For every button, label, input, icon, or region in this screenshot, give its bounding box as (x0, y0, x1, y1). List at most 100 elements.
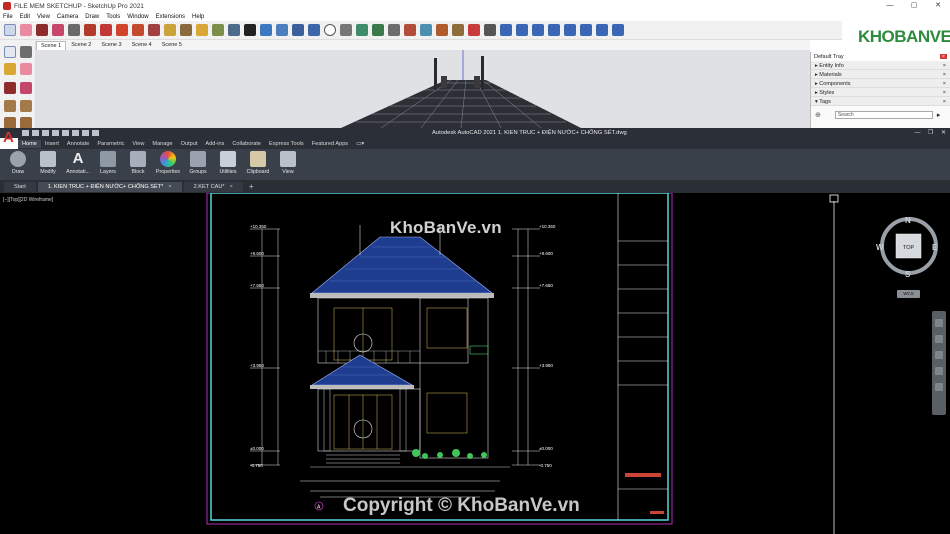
section-plane-icon[interactable] (260, 24, 272, 36)
zoom-icon[interactable] (935, 351, 943, 359)
panel-modify[interactable]: Modify (33, 149, 63, 178)
scene-tab-1[interactable]: Scene 1 (36, 41, 67, 50)
move-tool-icon[interactable] (100, 24, 112, 36)
tab-express-tools[interactable]: Express Tools (265, 140, 308, 148)
panel-draw[interactable]: Draw (3, 149, 33, 178)
rotate-tool-icon[interactable] (116, 24, 128, 36)
scene-tab-5[interactable]: Scene 5 (157, 40, 187, 50)
eraser-tool-icon[interactable] (20, 24, 32, 36)
close-tab-icon[interactable]: × (230, 184, 233, 190)
pushpull-tool-icon[interactable] (84, 24, 96, 36)
ellipse-tool-icon[interactable] (596, 24, 608, 36)
panel-annotation[interactable]: A Annotati... (63, 149, 93, 178)
doc-tab-ket-cau[interactable]: 2.KET CAU* × (183, 181, 243, 192)
tab-manage[interactable]: Manage (148, 140, 176, 148)
paint-icon[interactable] (4, 63, 16, 75)
user-icon[interactable] (324, 24, 336, 36)
bezier-tool-icon[interactable] (532, 24, 544, 36)
tab-insert[interactable]: Insert (41, 140, 63, 148)
print-icon[interactable] (72, 130, 79, 136)
offset-tool-icon[interactable] (148, 24, 160, 36)
scene-tab-3[interactable]: Scene 3 (96, 40, 126, 50)
wcs-menu[interactable]: WCS (897, 290, 920, 298)
zoom-tool-icon[interactable] (228, 24, 240, 36)
spline-tool-icon[interactable] (548, 24, 560, 36)
panel-groups[interactable]: Groups (183, 149, 213, 178)
close-tab-icon[interactable]: × (168, 184, 171, 190)
doc-tab-kien-truc[interactable]: 1. KIEN TRUC + ĐIỆN NƯỚC+ CHỐNG SÉT* × (37, 181, 182, 192)
minimize-button[interactable]: — (878, 0, 902, 12)
draw-line-icon[interactable] (4, 82, 16, 94)
undo-icon[interactable] (82, 130, 89, 136)
tray-details-icon[interactable]: ▸ (937, 111, 941, 119)
tab-home[interactable]: Home (18, 139, 41, 148)
tab-annotate[interactable]: Annotate (63, 140, 93, 148)
sandbox-icon[interactable] (452, 24, 464, 36)
zoom-extents-icon[interactable] (244, 24, 256, 36)
showmotion-icon[interactable] (935, 383, 943, 391)
panel-properties[interactable]: Properties (153, 149, 183, 178)
scene-tab-4[interactable]: Scene 4 (127, 40, 157, 50)
menu-view[interactable]: View (37, 14, 50, 20)
panel-view[interactable]: View (273, 149, 303, 178)
save-as-icon[interactable] (52, 130, 59, 136)
close-button[interactable]: ✕ (926, 0, 950, 12)
polygon-tool-icon[interactable] (580, 24, 592, 36)
orbit-tool-icon[interactable] (196, 24, 208, 36)
select-tool-icon[interactable] (4, 24, 16, 36)
tape-measure-icon[interactable] (164, 24, 176, 36)
tab-view[interactable]: View (128, 140, 148, 148)
plot-icon[interactable] (62, 130, 69, 136)
new-file-icon[interactable] (22, 130, 29, 136)
ribbon-options-icon[interactable]: ▭▾ (352, 140, 368, 148)
menu-window[interactable]: Window (127, 14, 148, 20)
menu-camera[interactable]: Camera (57, 14, 78, 20)
panel-utilities[interactable]: Utilities (213, 149, 243, 178)
tab-output[interactable]: Output (177, 140, 202, 148)
rotated-rectangle-icon[interactable] (20, 100, 32, 112)
zigzag-tool-icon[interactable] (516, 24, 528, 36)
steering-wheel-icon[interactable] (935, 319, 943, 327)
menu-draw[interactable]: Draw (85, 14, 99, 20)
make-component-icon[interactable] (20, 46, 32, 58)
navigation-bar[interactable] (932, 311, 946, 415)
orbit-icon[interactable] (935, 367, 943, 375)
autocad-logo[interactable]: A (3, 129, 17, 147)
autocad-restore-button[interactable]: ❐ (924, 128, 937, 138)
autocad-minimize-button[interactable]: — (911, 128, 924, 138)
scene-tab-2[interactable]: Scene 2 (66, 40, 96, 50)
save-icon[interactable] (42, 130, 49, 136)
section-display-icon[interactable] (276, 24, 288, 36)
doc-tab-start[interactable]: Start (4, 181, 36, 192)
extension-icon[interactable] (436, 24, 448, 36)
layers-stack-icon[interactable] (292, 24, 304, 36)
tab-featured-apps[interactable]: Featured Apps (308, 140, 352, 148)
pan-icon[interactable] (935, 335, 943, 343)
warehouse-icon[interactable] (420, 24, 432, 36)
add-tag-icon[interactable]: ⊕ (815, 111, 821, 119)
paint-bucket-icon[interactable] (180, 24, 192, 36)
menu-tools[interactable]: Tools (106, 14, 120, 20)
tray-tags[interactable]: ▾ Tags × (811, 97, 950, 106)
settings-icon[interactable] (484, 24, 496, 36)
component-icon[interactable] (404, 24, 416, 36)
menu-extensions[interactable]: Extensions (156, 14, 185, 20)
tab-addins[interactable]: Add-ins (201, 140, 228, 148)
tab-collaborate[interactable]: Collaborate (228, 140, 265, 148)
pencil-tool-icon[interactable] (340, 24, 352, 36)
viewcube[interactable]: TOP N S E W (876, 216, 938, 279)
redo-icon[interactable] (92, 130, 99, 136)
erase-icon[interactable] (20, 63, 32, 75)
spiral-tool-icon[interactable] (612, 24, 624, 36)
arc-tool-icon[interactable] (564, 24, 576, 36)
line-tool-icon[interactable] (36, 24, 48, 36)
autocad-close-button[interactable]: ✕ (937, 128, 950, 138)
menu-file[interactable]: File (3, 14, 13, 20)
tools-icon[interactable] (468, 24, 480, 36)
tray-entity-info[interactable]: ▸ Entity Info × (811, 61, 950, 70)
sketchup-viewport[interactable] (36, 50, 810, 128)
scale-tool-icon[interactable] (132, 24, 144, 36)
tray-close-icon[interactable]: × (939, 54, 947, 60)
tray-styles[interactable]: ▸ Styles × (811, 88, 950, 97)
pan-tool-icon[interactable] (212, 24, 224, 36)
